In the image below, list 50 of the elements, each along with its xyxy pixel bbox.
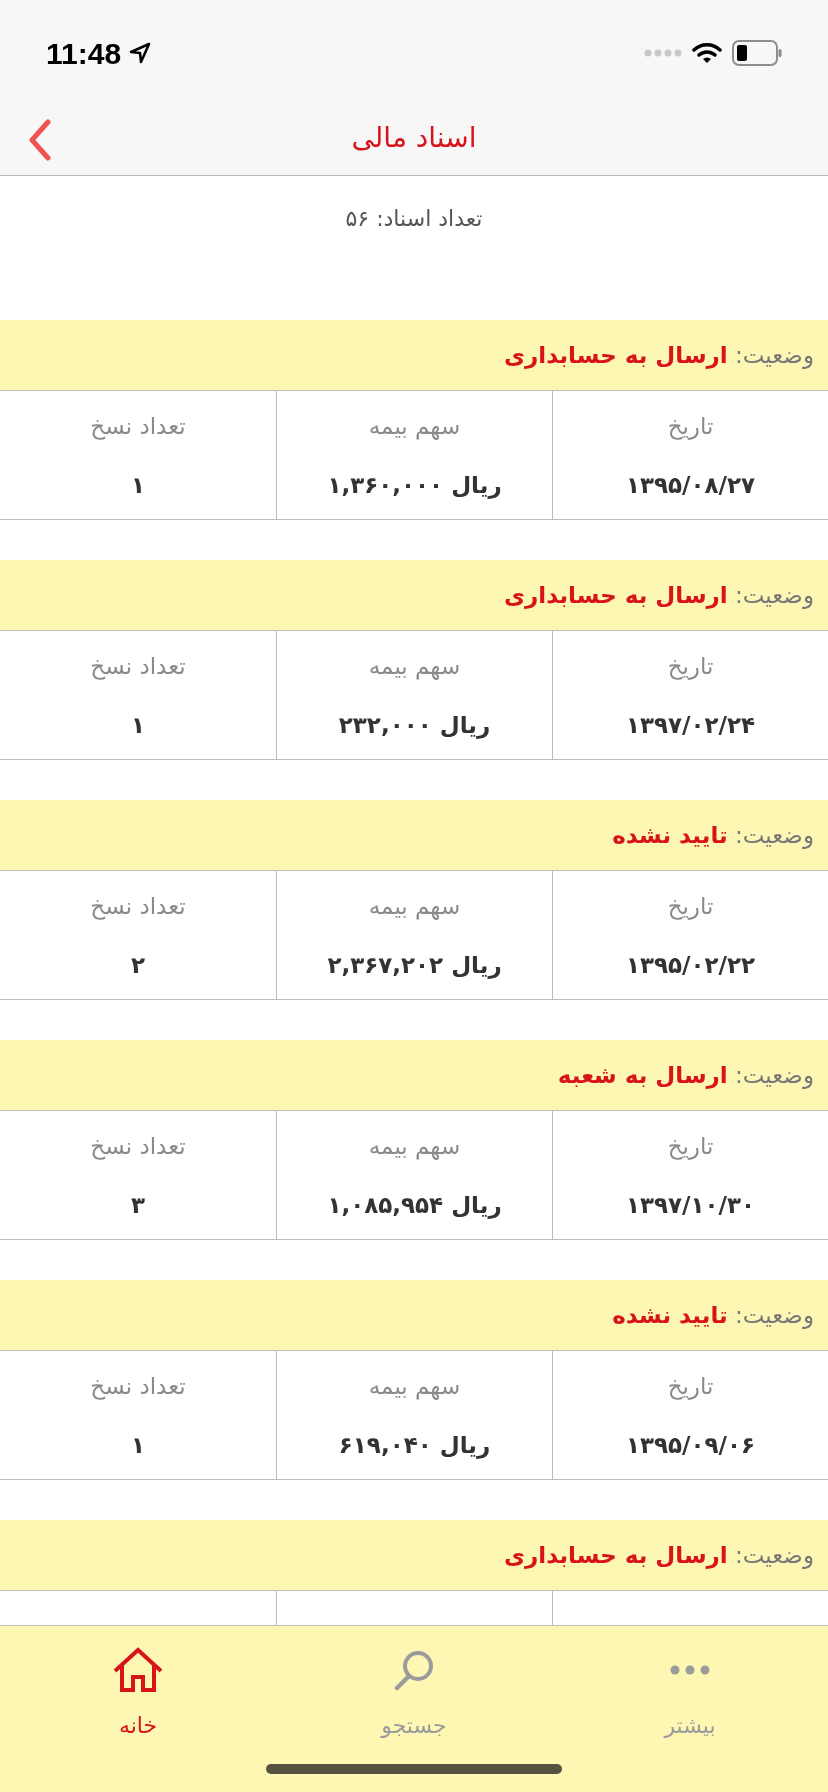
cell-label: سهم بیمه bbox=[368, 652, 461, 682]
cell-value: ریال ۱,۰۸۵,۹۵۴ bbox=[327, 1190, 502, 1221]
document-count: تعداد اسناد: ۵۶ bbox=[345, 205, 483, 233]
tab-item[interactable]: جستجو bbox=[276, 1626, 552, 1746]
cell-label: تاریخ bbox=[667, 652, 714, 682]
status-text: وضعیت: ارسال به شعبه bbox=[557, 1060, 814, 1091]
cell-value: ریال ۲۳۲,۰۰۰ bbox=[338, 710, 491, 741]
cell-label: تعداد نسخ bbox=[90, 892, 186, 922]
cell-label: تعداد نسخ bbox=[90, 1372, 186, 1402]
status-text: وضعیت: ارسال به حسابداری bbox=[504, 340, 814, 371]
cell-label: سهم بیمه bbox=[368, 412, 461, 442]
cell-value: ریال ۲,۳۶۷,۲۰۲ bbox=[327, 950, 502, 981]
cell-value: ۱۳۹۵/۰۸/۲۷ bbox=[625, 470, 756, 500]
cell-signal-icon bbox=[644, 49, 682, 57]
cell-label: تعداد نسخ bbox=[90, 652, 186, 682]
cell-label: تاریخ bbox=[667, 412, 714, 442]
cell-label: تعداد نسخ bbox=[90, 1132, 186, 1162]
cell-value: ۳ bbox=[131, 1190, 146, 1220]
cell-value: ۲ bbox=[131, 950, 146, 980]
cell-label: تاریخ bbox=[667, 1372, 714, 1402]
clock-time: 11:48 bbox=[46, 35, 122, 72]
page-title: اسناد مالی bbox=[351, 119, 477, 156]
tab-item[interactable]: بیشتر bbox=[552, 1626, 828, 1746]
cell-value: ۱ bbox=[131, 470, 146, 500]
cell-label: سهم بیمه bbox=[368, 1132, 461, 1162]
cell-value: ریال ۶۱۹,۰۴۰ bbox=[338, 1430, 491, 1461]
cell-value: ۱ bbox=[131, 1430, 146, 1460]
status-text: وضعیت: تایید نشده bbox=[612, 820, 814, 851]
wifi-icon bbox=[692, 42, 722, 64]
chevron-left-icon bbox=[28, 119, 52, 161]
cell-label: تاریخ bbox=[667, 892, 714, 922]
cell-value: ۱۳۹۷/۱۰/۳۰ bbox=[625, 1190, 756, 1220]
cell-value: ریال ۱,۳۶۰,۰۰۰ bbox=[327, 470, 502, 501]
status-text: وضعیت: تایید نشده bbox=[612, 1300, 814, 1331]
cell-label: تاریخ bbox=[667, 1132, 714, 1162]
search-icon bbox=[393, 1649, 435, 1691]
home-icon bbox=[112, 1647, 164, 1693]
cell-label: تعداد نسخ bbox=[90, 412, 186, 442]
cell-value: ۱ bbox=[131, 710, 146, 740]
cell-value: ۱۳۹۷/۰۲/۲۴ bbox=[625, 710, 756, 740]
location-arrow-icon bbox=[129, 42, 152, 64]
tab-item[interactable]: خانه bbox=[0, 1626, 276, 1746]
status-text: وضعیت: ارسال به حسابداری bbox=[504, 580, 814, 611]
more-icon bbox=[670, 1665, 710, 1675]
cell-value: ۱۳۹۵/۰۲/۲۲ bbox=[625, 950, 756, 980]
battery-icon bbox=[732, 40, 782, 66]
cell-value: ۱۳۹۵/۰۹/۰۶ bbox=[625, 1430, 756, 1460]
status-text: وضعیت: ارسال به حسابداری bbox=[504, 1540, 814, 1571]
cell-label: سهم بیمه bbox=[368, 1372, 461, 1402]
cell-label: سهم بیمه bbox=[368, 892, 461, 922]
